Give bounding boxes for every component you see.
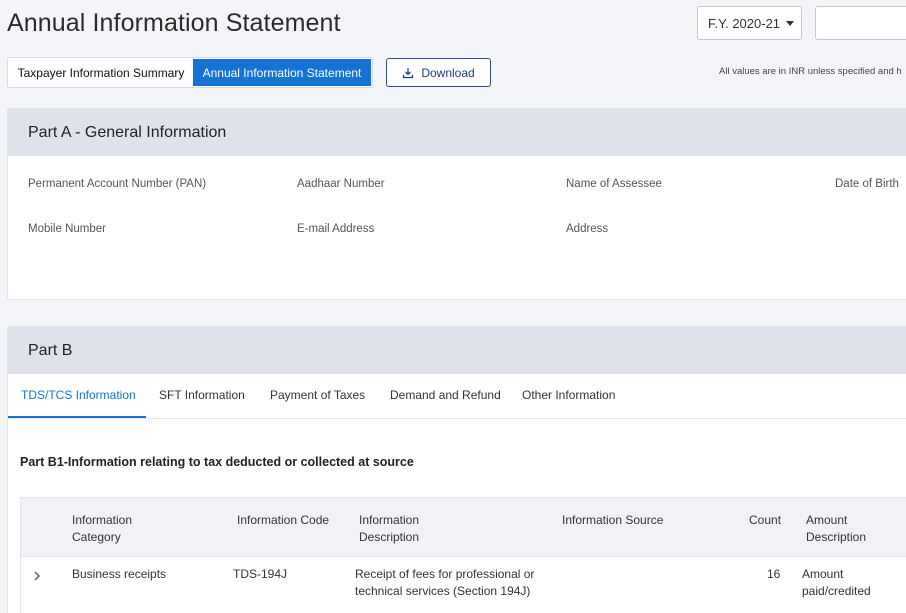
section-title: Part B1-Information relating to tax dedu… (20, 455, 414, 469)
th-source: Information Source (562, 513, 664, 527)
th-description: Information Description (359, 513, 420, 544)
cell-count: 16 (767, 567, 781, 581)
page-title: Annual Information Statement (7, 9, 341, 37)
taxpayer-summary-button[interactable]: Taxpayer Information Summary (9, 59, 193, 86)
th-category: Information Category (72, 513, 133, 544)
tds-table: Information Category Information Code In… (20, 497, 906, 613)
download-icon (403, 67, 414, 78)
dob-label: Date of Birth (835, 178, 899, 190)
mobile-label: Mobile Number (28, 223, 106, 235)
currency-note: All values are in INR unless specified a… (719, 66, 902, 77)
part-b-card: Part B TDS/TCS Information SFT Informati… (7, 326, 906, 613)
tab-payment-of-taxes[interactable]: Payment of Taxes (270, 388, 365, 402)
tab-demand-refund[interactable]: Demand and Refund (390, 388, 501, 402)
email-label: E-mail Address (297, 223, 375, 235)
ais-button[interactable]: Annual Information Statement (193, 59, 371, 86)
view-toggle: Taxpayer Information Summary Annual Info… (7, 57, 373, 88)
tab-tds-tcs[interactable]: TDS/TCS Information (21, 388, 136, 402)
th-amount-description: Amount Description (806, 513, 867, 544)
cell-category: Business receipts (72, 567, 167, 581)
th-count: Count (749, 513, 782, 527)
part-b-tabs: TDS/TCS Information SFT Information Paym… (8, 374, 906, 419)
table-header: Information Category Information Code In… (21, 498, 906, 557)
pan-label: Permanent Account Number (PAN) (28, 178, 207, 190)
download-button[interactable]: Download (386, 58, 491, 87)
aadhaar-label: Aadhaar Number (297, 178, 385, 190)
cell-description: Receipt of fees for professional or tech… (355, 567, 535, 598)
secondary-select[interactable] (815, 6, 906, 40)
download-label: Download (421, 65, 475, 80)
cell-amount-description: Amount paid/credited (802, 567, 871, 598)
th-code: Information Code (237, 513, 330, 527)
caret-down-icon (786, 20, 795, 26)
part-b-title: Part B (8, 327, 906, 374)
active-tab-indicator (8, 416, 146, 418)
tab-sft[interactable]: SFT Information (159, 388, 245, 402)
part-a-title: Part A - General Information (8, 109, 906, 156)
part-a-card: Part A - General Information Permanent A… (7, 108, 906, 300)
address-label: Address (566, 223, 609, 235)
fy-select[interactable]: F.Y. 2020-21 (697, 6, 802, 40)
tab-other-information[interactable]: Other Information (522, 388, 615, 402)
fy-select-value: F.Y. 2020-21 (708, 15, 781, 31)
cell-code: TDS-194J (233, 567, 288, 581)
assessee-name-label: Name of Assessee (566, 178, 662, 190)
chevron-right-icon[interactable] (32, 570, 42, 582)
